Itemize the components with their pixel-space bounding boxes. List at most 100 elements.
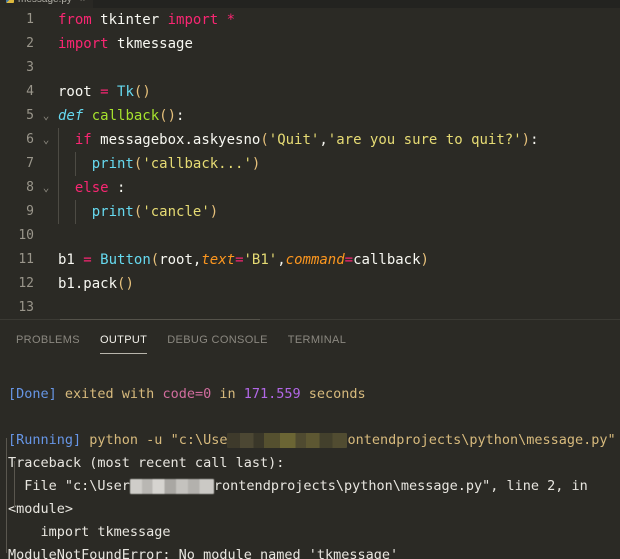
code-token: = — [344, 252, 354, 268]
line-number: 7 — [26, 156, 34, 171]
code-token: root — [159, 252, 193, 268]
panel-tab-label: TERMINAL — [287, 334, 347, 346]
code-text: print('callback...') — [58, 152, 261, 176]
code-token: ( — [260, 132, 269, 148]
output-segment: code=0 — [162, 386, 212, 402]
code-text: b1.pack() — [58, 272, 134, 296]
panel-tab-debug-console[interactable]: DEBUG CONSOLE — [157, 320, 278, 360]
line-number: 5 — [26, 108, 34, 123]
panel-tab-label: OUTPUT — [99, 334, 148, 346]
output-line: File "c:\User rontendprojects\python\mess… — [0, 475, 620, 498]
code-token: ) — [142, 84, 151, 100]
output-indent-guide — [6, 438, 7, 553]
output-panel-body[interactable]: [Done] exited with code=0 in 171.559 sec… — [0, 360, 620, 559]
code-line[interactable]: 1 from tkinter import * — [0, 8, 620, 32]
code-token: 'are you sure to quit?' — [327, 132, 522, 148]
code-line[interactable]: 8 ⌄ else : — [0, 176, 620, 200]
output-segment: python -u — [81, 432, 171, 448]
code-token: import — [58, 36, 109, 52]
output-segment: "c:\Use — [170, 432, 228, 448]
panel-header: PROBLEMSOUTPUTDEBUG CONSOLETERMINAL Code… — [0, 320, 620, 360]
code-line[interactable]: 6 ⌄ if messagebox.askyesno('Quit','are yo… — [0, 128, 620, 152]
code-token: . — [184, 132, 193, 148]
code-token: if — [74, 132, 92, 148]
redaction-block — [129, 478, 214, 494]
code-token: from — [58, 12, 92, 28]
code-token: tkmessage — [117, 36, 193, 52]
close-icon[interactable]: × — [80, 0, 85, 4]
output-line: <module> — [0, 498, 620, 521]
output-segment: [Done] — [8, 386, 57, 402]
editor-tab-message-py[interactable]: message.py × — [0, 0, 94, 8]
output-line: [Done] exited with code=0 in 171.559 sec… — [0, 383, 620, 406]
fold-chevron-icon[interactable]: ⌄ — [40, 128, 52, 152]
code-token: print — [91, 204, 134, 220]
code-line[interactable]: 4 root = Tk() — [0, 80, 620, 104]
panel-tab-problems[interactable]: PROBLEMS — [6, 320, 90, 360]
line-number: 2 — [26, 36, 34, 51]
code-token: print — [91, 156, 134, 172]
output-segment: in — [211, 386, 244, 402]
code-text: root = Tk() — [58, 80, 151, 104]
code-line[interactable]: 13 — [0, 296, 620, 319]
output-line: import tkmessage — [0, 521, 620, 544]
code-line[interactable]: 10 — [0, 224, 620, 248]
panel-tab-list: PROBLEMS OUTPUT DEBUG CONSOLE TERMINAL — [6, 320, 356, 360]
code-editor[interactable]: 1 from tkinter import * 2 import tkmessage 3… — [0, 8, 620, 319]
output-segment: seconds — [300, 386, 366, 402]
line-number: 4 — [26, 84, 34, 99]
code-text: else : — [58, 176, 126, 200]
code-text: def callback(): — [58, 104, 184, 128]
fold-chevron-icon[interactable]: ⌄ — [40, 176, 52, 200]
panel-tab-terminal[interactable]: TERMINAL — [278, 320, 356, 360]
code-token: * — [226, 12, 236, 28]
fold-chevron-icon[interactable]: ⌄ — [40, 104, 52, 128]
code-text: from tkinter import * — [58, 8, 235, 32]
code-line[interactable]: 12 b1.pack() — [0, 272, 620, 296]
code-token: 'B1' — [243, 252, 278, 268]
code-token: b1 — [58, 252, 75, 268]
code-token: ( — [159, 108, 168, 124]
code-token: ) — [209, 204, 219, 220]
panel-tab-label: PROBLEMS — [16, 334, 80, 346]
redaction-block — [227, 432, 348, 448]
panel-tab-label: DEBUG CONSOLE — [167, 334, 268, 346]
output-segment: Traceback (most recent call last): — [8, 455, 285, 471]
code-token: ( — [150, 252, 160, 268]
code-token: text — [201, 252, 236, 268]
code-line[interactable]: 2 import tkmessage — [0, 32, 620, 56]
code-token: 'cancle' — [142, 204, 210, 220]
code-text: print('cancle') — [58, 200, 218, 224]
output-segment: import tkmessage — [8, 524, 171, 540]
code-line[interactable]: 5 ⌄ def callback(): — [0, 104, 620, 128]
code-token: askyesno — [192, 132, 261, 148]
output-segment: ontendprojects\python\message.py" — [347, 432, 616, 448]
line-number: 13 — [18, 300, 34, 315]
line-number: 11 — [18, 252, 34, 267]
code-token: , — [319, 132, 328, 148]
code-token: ) — [420, 252, 429, 268]
line-number: 1 — [26, 12, 34, 27]
editor-tab-strip: message.py × — [0, 0, 620, 8]
code-line[interactable]: 9 print('cancle') — [0, 200, 620, 224]
panel-tab-output[interactable]: OUTPUT — [90, 320, 157, 360]
code-token: : — [108, 180, 126, 196]
output-line: ModuleNotFoundError: No module named 'tk… — [0, 544, 620, 559]
code-line[interactable]: 3 — [0, 56, 620, 80]
code-line[interactable]: 7 print('callback...') — [0, 152, 620, 176]
code-token: Tk — [117, 84, 134, 100]
output-segment: 171.559 — [243, 386, 301, 402]
python-file-icon — [6, 0, 14, 3]
code-line[interactable]: 11 b1 = Button(root,text='B1',command=cal… — [0, 248, 620, 272]
code-token: , — [277, 252, 286, 268]
